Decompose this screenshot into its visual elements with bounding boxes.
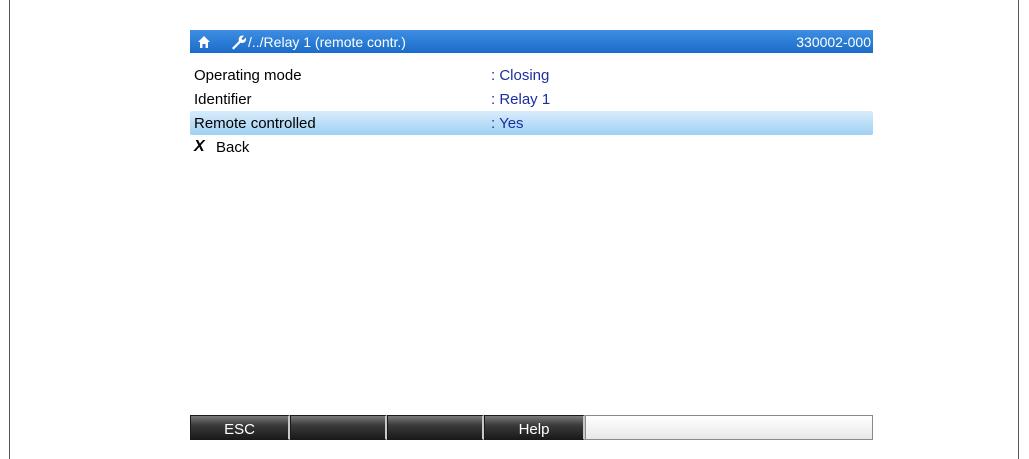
menu-list: Operating mode : Closing Identifier : Re… [190, 63, 873, 159]
device-screen: /../Relay 1 (remote contr.) 330002-000 O… [190, 30, 873, 440]
softkey-3[interactable] [387, 415, 484, 440]
softkey-help[interactable]: Help [484, 415, 585, 440]
row-label: Operating mode [194, 66, 302, 84]
x-icon: X [194, 138, 205, 155]
row-label: Identifier [194, 90, 252, 108]
home-icon[interactable] [196, 34, 212, 50]
device-frame: /../Relay 1 (remote contr.) 330002-000 O… [9, 0, 1019, 459]
breadcrumb-path: /../Relay 1 (remote contr.) [248, 33, 406, 50]
wrench-icon [230, 34, 246, 50]
back-label: Back [216, 138, 250, 156]
softkey-2[interactable] [290, 415, 387, 440]
menu-row-identifier[interactable]: Identifier : Relay 1 [190, 87, 873, 111]
softkey-blank [585, 415, 873, 440]
row-value: : Closing [491, 66, 550, 84]
menu-row-back[interactable]: X Back [190, 135, 873, 159]
row-label: Remote controlled [194, 114, 316, 132]
menu-row-remote-controlled[interactable]: Remote controlled : Yes [190, 111, 873, 135]
softkey-esc[interactable]: ESC [190, 415, 290, 440]
row-value: : Relay 1 [491, 90, 551, 108]
menu-code: 330002-000 [796, 33, 871, 50]
menu-row-operating-mode[interactable]: Operating mode : Closing [190, 63, 873, 87]
row-value: : Yes [491, 114, 524, 132]
softkey-bar: ESC Help [190, 415, 873, 440]
title-bar: /../Relay 1 (remote contr.) 330002-000 [190, 30, 873, 53]
